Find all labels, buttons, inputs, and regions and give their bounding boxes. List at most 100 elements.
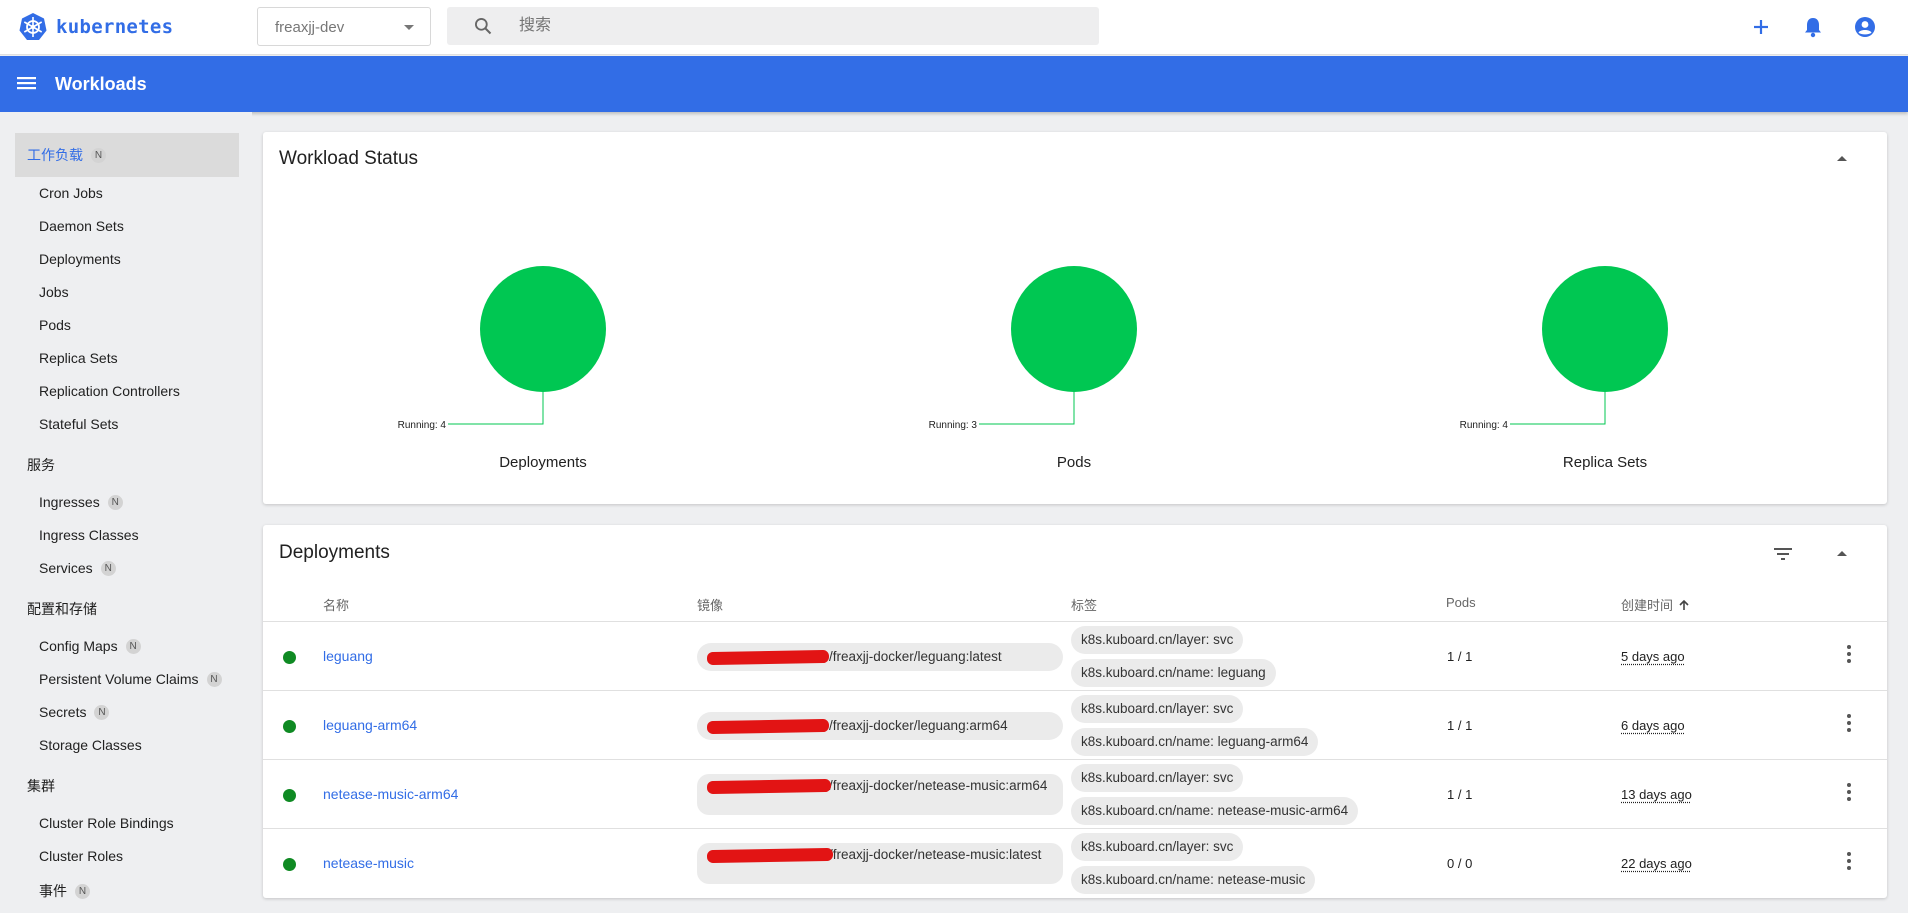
chevron-up-icon[interactable] bbox=[1837, 156, 1847, 161]
sidebar-item-daemon-sets[interactable]: Daemon Sets bbox=[39, 218, 124, 234]
app-bar: Workloads bbox=[0, 56, 1908, 112]
sidebar-item-config-maps[interactable]: Config Maps N bbox=[39, 638, 141, 654]
sidebar-item-ingresses[interactable]: Ingresses N bbox=[39, 494, 123, 510]
deployment-name-link[interactable]: leguang-arm64 bbox=[323, 717, 417, 733]
sidebar-item-label: Deployments bbox=[39, 251, 121, 267]
search-input[interactable] bbox=[519, 7, 1079, 45]
sidebar-item-events[interactable]: 事件 N bbox=[39, 881, 90, 901]
bell-icon[interactable] bbox=[1800, 14, 1826, 40]
namespace-value: freaxjj-dev bbox=[275, 19, 345, 36]
sidebar-group-label: 集群 bbox=[27, 778, 55, 794]
leader-line bbox=[979, 392, 1075, 425]
pods-status-chart: Running: 3 Pods bbox=[914, 132, 1137, 471]
label-chip: k8s.kuboard.cn/layer: svc bbox=[1071, 833, 1244, 861]
logo-text: kubernetes bbox=[56, 16, 174, 38]
sidebar-item-ingress-classes[interactable]: Ingress Classes bbox=[39, 527, 139, 543]
chevron-down-icon bbox=[404, 25, 414, 30]
sidebar-item-services[interactable]: Services N bbox=[39, 560, 116, 576]
sidebar-item-label: Config Maps bbox=[39, 638, 118, 654]
pods-count: 0 / 0 bbox=[1447, 856, 1473, 871]
sidebar-item-label: Cluster Roles bbox=[39, 848, 124, 864]
menu-icon[interactable] bbox=[16, 74, 38, 92]
table-row[interactable]: netease-music /freaxjj-docker/netease-mu… bbox=[263, 828, 1887, 897]
sidebar-item-label: Stateful Sets bbox=[39, 416, 119, 432]
table-row[interactable]: netease-music-arm64 /freaxjj-docker/nete… bbox=[263, 759, 1887, 828]
sidebar-item-replication-controllers[interactable]: Replication Controllers bbox=[39, 383, 180, 399]
sidebar-item-cluster-roles[interactable]: Cluster Roles bbox=[39, 848, 123, 864]
namespace-select[interactable]: freaxjj-dev bbox=[257, 7, 431, 46]
sidebar-item-cluster-role-bindings[interactable]: Cluster Role Bindings bbox=[39, 815, 174, 831]
image-name: /freaxjj-docker/leguang:arm64 bbox=[829, 718, 1008, 733]
sidebar-group-config-storage[interactable]: 配置和存储 bbox=[27, 599, 97, 619]
image-name: /freaxjj-docker/netease-music:arm64 bbox=[829, 778, 1048, 793]
sidebar-item-label: Services bbox=[39, 560, 93, 576]
new-badge: N bbox=[75, 883, 90, 899]
more-vert-icon[interactable] bbox=[1847, 852, 1851, 873]
sidebar-group-label: 服务 bbox=[27, 457, 55, 473]
sidebar-group-services[interactable]: 服务 bbox=[27, 455, 55, 475]
top-actions bbox=[1748, 14, 1878, 40]
redaction-mark bbox=[706, 847, 834, 864]
card-title: Deployments bbox=[279, 542, 390, 563]
new-badge: N bbox=[100, 560, 116, 576]
sidebar-item-stateful-sets[interactable]: Stateful Sets bbox=[39, 416, 118, 432]
sidebar-item-persistent-volume-claims[interactable]: Persistent Volume Claims N bbox=[39, 671, 222, 687]
pods-count: 1 / 1 bbox=[1447, 718, 1473, 733]
column-header-pods: Pods bbox=[1446, 595, 1476, 610]
table-row[interactable]: leguang /freaxjj-docker/leguang:latest k… bbox=[263, 621, 1887, 690]
deployment-name-link[interactable]: netease-music-arm64 bbox=[323, 786, 458, 802]
more-vert-icon[interactable] bbox=[1847, 714, 1851, 735]
sidebar-item-label: Secrets bbox=[39, 704, 87, 720]
status-running-icon bbox=[283, 789, 296, 802]
running-label: Running: 4 bbox=[1460, 420, 1509, 431]
sidebar-item-secrets[interactable]: Secrets N bbox=[39, 704, 110, 720]
sidebar: 工作负载 N Cron Jobs Daemon Sets Deployments… bbox=[0, 112, 252, 913]
sidebar-item-jobs[interactable]: Jobs bbox=[39, 284, 69, 300]
sidebar-group-cluster[interactable]: 集群 bbox=[27, 776, 55, 796]
image-chip: /freaxjj-docker/leguang:arm64 bbox=[697, 712, 1063, 740]
sidebar-item-label: Storage Classes bbox=[39, 737, 142, 753]
column-header-image: 镜像 bbox=[697, 598, 724, 613]
chevron-up-icon[interactable] bbox=[1837, 551, 1847, 556]
label-chip: k8s.kuboard.cn/layer: svc bbox=[1071, 695, 1244, 723]
filter-icon[interactable] bbox=[1773, 547, 1793, 561]
account-icon[interactable] bbox=[1852, 14, 1878, 40]
pods-donut: Running: 3 bbox=[929, 266, 1137, 431]
sidebar-item-replica-sets[interactable]: Replica Sets bbox=[39, 350, 118, 366]
sidebar-item-pods[interactable]: Pods bbox=[39, 317, 71, 333]
label-chip: k8s.kuboard.cn/layer: svc bbox=[1071, 764, 1244, 792]
created-time: 5 days ago bbox=[1621, 649, 1685, 664]
plus-icon[interactable] bbox=[1748, 14, 1774, 40]
running-label: Running: 4 bbox=[398, 420, 447, 431]
table-row[interactable]: leguang-arm64 /freaxjj-docker/leguang:ar… bbox=[263, 690, 1887, 759]
label-chip: k8s.kuboard.cn/layer: svc bbox=[1071, 626, 1244, 654]
column-header-name[interactable]: 名称 bbox=[323, 595, 349, 614]
deployment-name-link[interactable]: leguang bbox=[323, 648, 373, 664]
image-name: /freaxjj-docker/leguang:latest bbox=[829, 649, 1002, 664]
status-running-icon bbox=[283, 720, 296, 733]
more-vert-icon[interactable] bbox=[1847, 645, 1851, 666]
image-chip: /freaxjj-docker/netease-music:latest bbox=[697, 843, 1063, 884]
sidebar-item-label: Cluster Role Bindings bbox=[39, 815, 174, 831]
sidebar-item-label: Daemon Sets bbox=[39, 218, 124, 234]
sidebar-item-label: Ingresses bbox=[39, 494, 100, 510]
leader-line bbox=[1510, 392, 1606, 425]
search-bar[interactable] bbox=[447, 7, 1099, 45]
sidebar-item-deployments[interactable]: Deployments bbox=[39, 251, 121, 267]
created-time: 13 days ago bbox=[1621, 787, 1692, 802]
column-header-created[interactable]: 创建时间 bbox=[1621, 595, 1690, 614]
label-chip: k8s.kuboard.cn/name: netease-music-arm64 bbox=[1071, 797, 1359, 825]
chart-label: Replica Sets bbox=[1562, 454, 1648, 471]
sidebar-item-workloads[interactable]: 工作负载 N bbox=[15, 133, 239, 177]
status-running-icon bbox=[283, 858, 296, 871]
sidebar-item-label: 工作负载 bbox=[27, 147, 83, 163]
sidebar-item-cron-jobs[interactable]: Cron Jobs bbox=[39, 185, 103, 201]
label-chip: k8s.kuboard.cn/name: leguang-arm64 bbox=[1071, 728, 1319, 756]
deployment-name-link[interactable]: netease-music bbox=[323, 855, 414, 871]
more-vert-icon[interactable] bbox=[1847, 783, 1851, 804]
sidebar-item-storage-classes[interactable]: Storage Classes bbox=[39, 737, 142, 753]
created-time: 6 days ago bbox=[1621, 718, 1685, 733]
arrow-up-icon bbox=[1679, 599, 1689, 610]
kubernetes-logo[interactable]: kubernetes bbox=[18, 12, 173, 42]
sidebar-item-label: Pods bbox=[39, 317, 71, 333]
